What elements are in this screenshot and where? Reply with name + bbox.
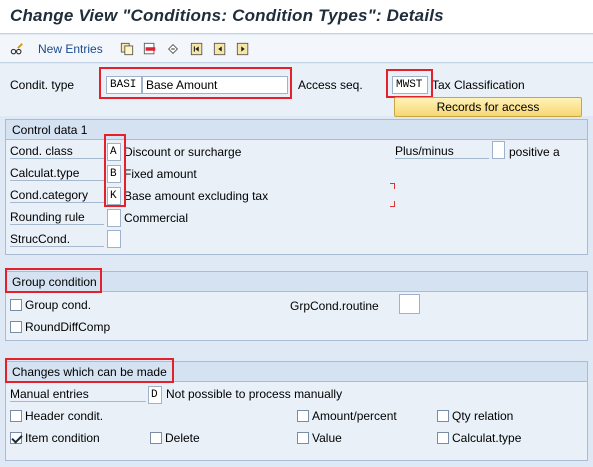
calculat-type-label: Calculat.type [10,166,104,181]
round-diff-checkbox[interactable] [10,321,22,333]
qty-relation-label: Qty relation [452,409,514,423]
value-checkbox[interactable] [297,432,309,444]
rounding-rule-desc: Commercial [124,211,189,225]
condit-type-code-field[interactable]: BASI [106,76,142,94]
manual-entries-label: Manual entries [10,387,146,402]
delete-label: Delete [165,431,200,445]
application-toolbar: New Entries [0,35,593,63]
grp-routine-label: GrpCond.routine [290,299,379,313]
calculat-type-code-field[interactable]: B [107,165,121,183]
records-for-access-button[interactable]: Records for access [394,97,582,117]
cond-category-desc: Base amount excluding tax [124,189,269,203]
new-entries-button[interactable]: New Entries [38,39,103,59]
item-condition-label: Item condition [25,431,100,445]
control-data-title: Control data 1 [6,120,587,140]
rounding-rule-code-field[interactable] [107,209,121,227]
delete-button[interactable] [143,39,157,59]
access-seq-desc: Tax Classification [432,78,525,92]
item-condition-option[interactable]: Item condition [10,431,100,445]
round-diff-option[interactable]: RoundDiffComp [10,320,110,334]
bracket-bottom [390,201,395,207]
calculat-type-desc: Fixed amount [124,167,197,181]
grp-routine-field[interactable] [399,294,420,314]
condit-type-label: Condit. type [10,78,75,92]
cond-class-code-field[interactable]: A [107,143,121,161]
header-condit-option[interactable]: Header condit. [10,409,103,423]
copy-icon [120,42,134,56]
value-option[interactable]: Value [297,431,342,445]
next-page-icon [236,42,249,56]
condit-type-desc-field[interactable]: Base Amount [142,76,288,94]
qty-relation-option[interactable]: Qty relation [437,409,513,423]
delete-checkbox[interactable] [150,432,162,444]
undo-button[interactable] [166,39,180,59]
bracket-top [390,183,395,189]
manual-entries-desc: Not possible to process manually [166,387,343,401]
title-bar: Change View "Conditions: Condition Types… [0,0,593,34]
header-condit-label: Header condit. [25,409,104,423]
amount-percent-checkbox[interactable] [297,410,309,422]
changes-title: Changes which can be made [6,362,587,382]
group-cond-checkbox[interactable] [10,299,22,311]
manual-entries-code-field[interactable]: D [148,386,162,404]
group-cond-label: Group cond. [25,298,92,312]
new-entries-label: New Entries [38,42,103,56]
calculat-type-option[interactable]: Calculat.type [437,431,521,445]
next-page-button[interactable] [236,39,250,59]
undo-icon [168,44,178,54]
round-diff-label: RoundDiffComp [25,320,111,334]
cond-category-code-field[interactable]: K [107,187,121,205]
amount-percent-option[interactable]: Amount/percent [297,409,397,423]
plus-minus-desc: positive a [509,145,560,159]
group-cond-option[interactable]: Group cond. [10,298,91,312]
calculat-type-change-label: Calculat.type [452,431,522,445]
first-page-button[interactable] [190,39,204,59]
delete-icon [143,42,156,55]
cond-class-label: Cond. class [10,144,104,159]
delete-option[interactable]: Delete [150,431,200,445]
cond-category-label: Cond.category [10,188,104,203]
pencil-glasses-icon [10,43,23,55]
previous-page-button[interactable] [213,39,227,59]
calculat-type-checkbox[interactable] [437,432,449,444]
qty-relation-checkbox[interactable] [437,410,449,422]
previous-page-icon [213,42,226,56]
display-change-button[interactable] [10,39,24,59]
rounding-rule-label: Rounding rule [10,210,104,225]
struc-cond-label: StrucCond. [10,232,104,247]
first-page-icon [190,42,203,56]
item-condition-checkbox[interactable] [10,432,22,444]
plus-minus-label: Plus/minus [395,144,489,159]
plus-minus-field[interactable] [492,141,505,159]
header-condit-checkbox[interactable] [10,410,22,422]
cond-class-desc: Discount or surcharge [124,145,242,159]
group-condition-title: Group condition [6,272,587,292]
page-title: Change View "Conditions: Condition Types… [10,6,444,25]
access-seq-code-field[interactable]: MWST [392,76,428,94]
struc-cond-field[interactable] [107,230,121,248]
value-label: Value [312,431,342,445]
copy-button[interactable] [120,39,134,59]
access-seq-label: Access seq. [298,78,363,92]
amount-percent-label: Amount/percent [312,409,397,423]
